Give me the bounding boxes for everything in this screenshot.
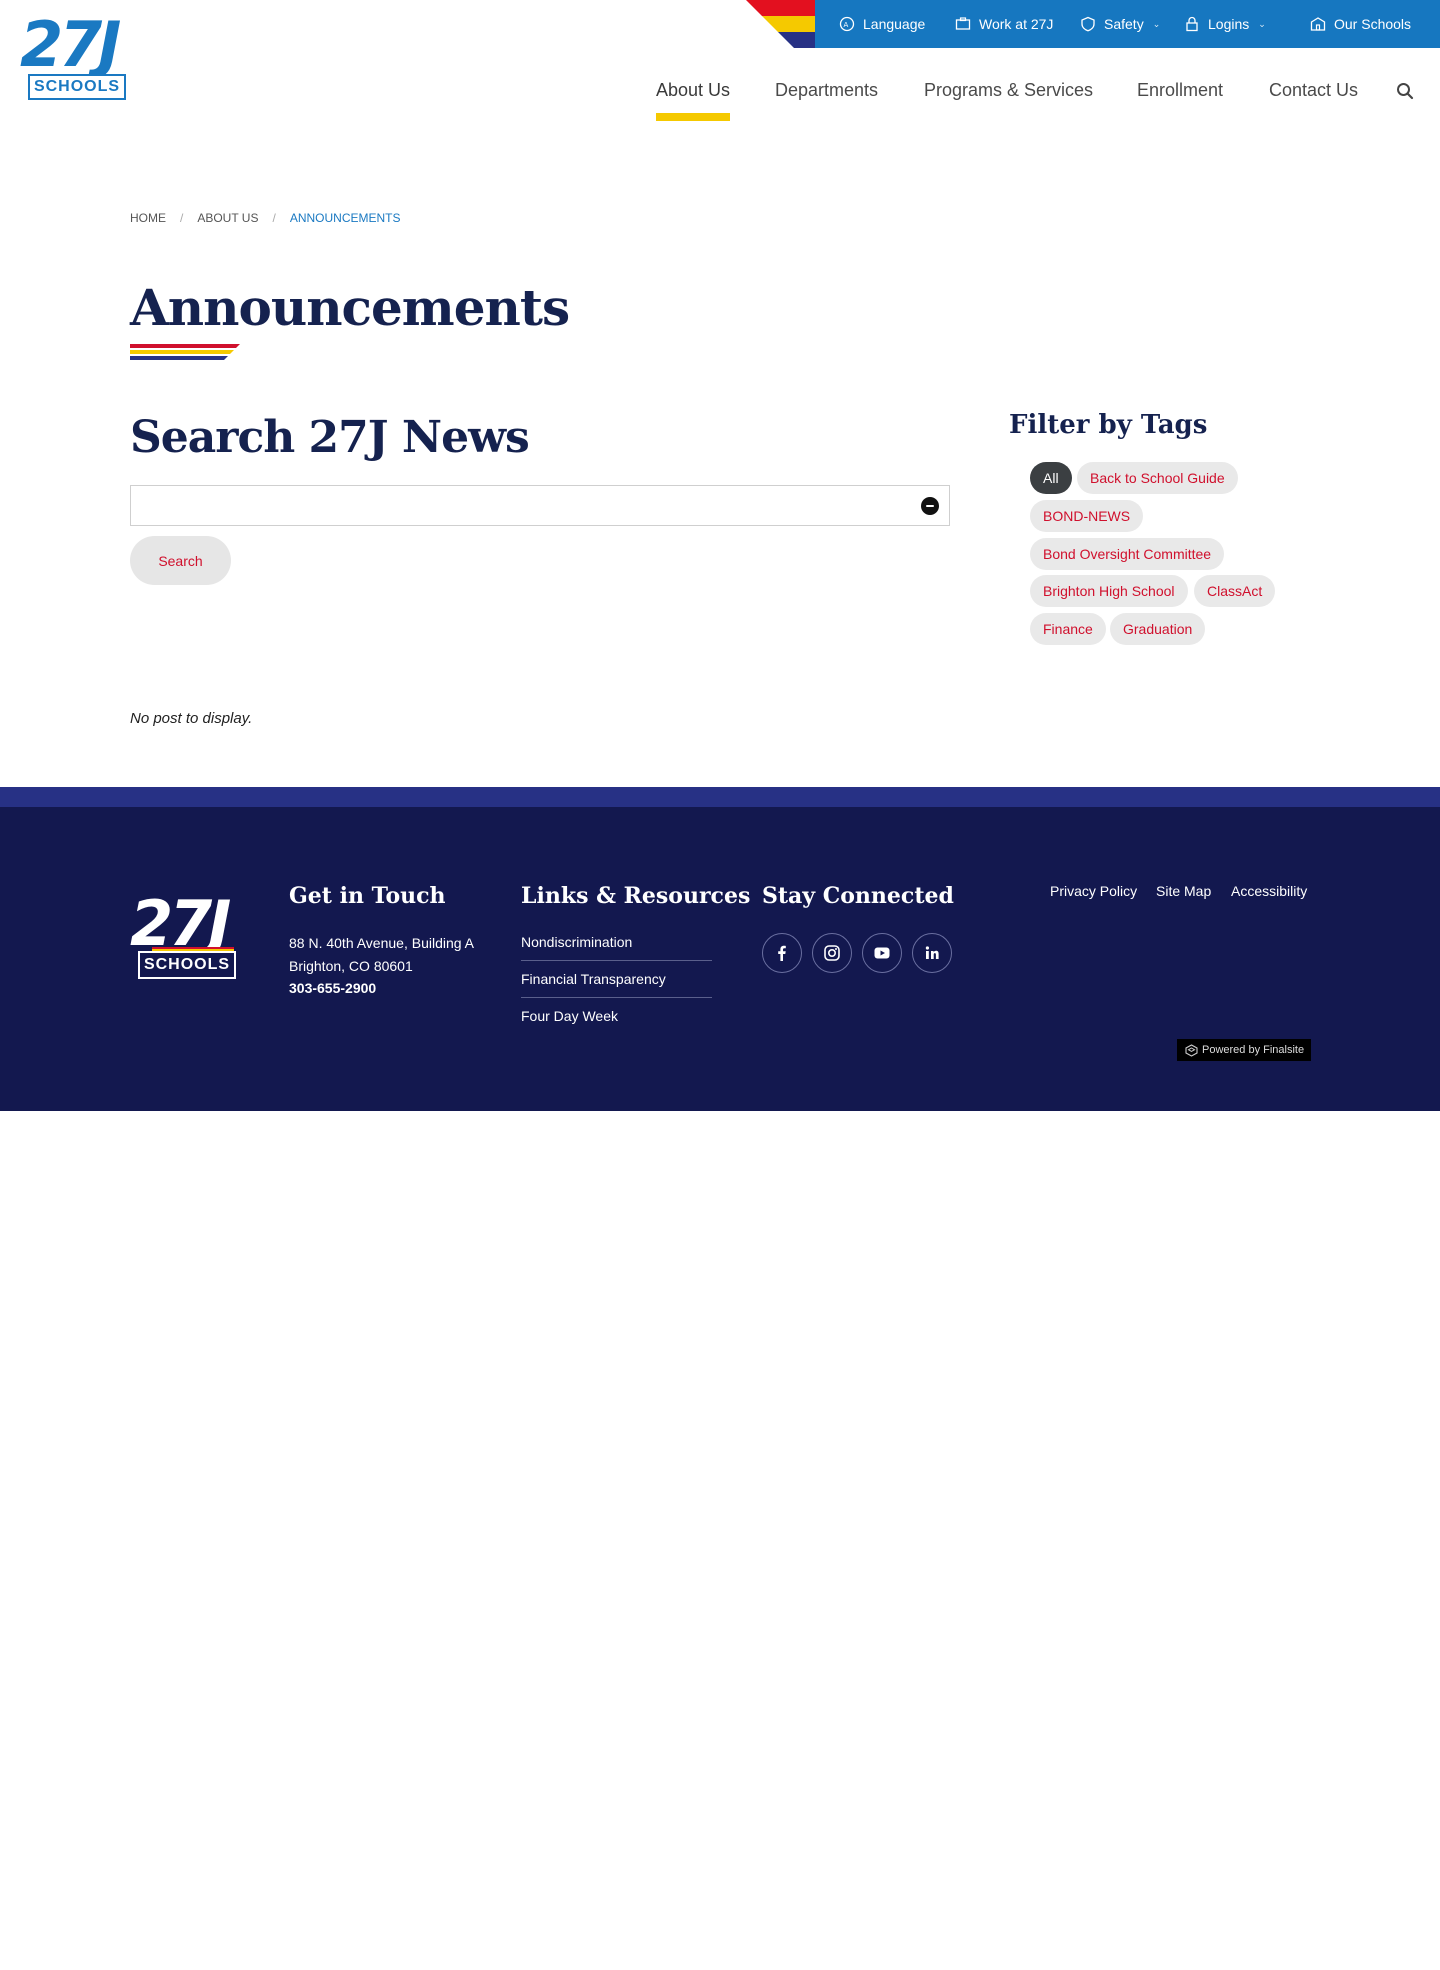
breadcrumb-separator: /	[272, 211, 276, 225]
powered-by-badge[interactable]: Powered by Finalsite	[1177, 1039, 1311, 1061]
powered-by-label: Powered by Finalsite	[1202, 1044, 1305, 1056]
tag-bond-news[interactable]: BOND-NEWS	[1030, 500, 1144, 532]
breadcrumb-separator: /	[180, 211, 184, 225]
tag-brighton-high-school[interactable]: Brighton High School	[1030, 575, 1188, 607]
link-four-day-week[interactable]: Four Day Week	[521, 998, 712, 1035]
work-label: Work at 27J	[979, 16, 1054, 32]
tag-back-to-school-guide[interactable]: Back to School Guide	[1077, 462, 1238, 494]
schools-link[interactable]: Our Schools	[1310, 0, 1411, 48]
safety-label: Safety	[1104, 16, 1144, 32]
link-nondiscrimination[interactable]: Nondiscrimination	[521, 924, 712, 961]
language-icon: A	[839, 16, 855, 32]
safety-dropdown[interactable]: Safety ⌄	[1080, 0, 1160, 48]
site-map-link[interactable]: Site Map	[1156, 883, 1211, 899]
breadcrumb-current: ANNOUNCEMENTS	[289, 211, 401, 225]
lock-icon	[1186, 16, 1198, 32]
footer-logo[interactable]: 27J SCHOOLS	[130, 893, 242, 981]
tag-graduation[interactable]: Graduation	[1110, 613, 1206, 645]
instagram-button[interactable]	[812, 933, 852, 973]
tag-all[interactable]: All	[1030, 462, 1072, 494]
footer-logo-number: 27J	[130, 887, 231, 960]
nav-enrollment[interactable]: Enrollment	[1137, 80, 1223, 101]
chevron-down-icon: ⌄	[1258, 18, 1266, 29]
phone-number[interactable]: 303-655-2900	[289, 980, 376, 996]
tags-heading: Filter by Tags	[1009, 410, 1208, 440]
active-nav-indicator	[656, 113, 730, 121]
utility-bar: A Language Work at 27J Safety ⌄ Logins ⌄…	[815, 0, 1440, 48]
address-line-2: Brighton, CO 80601	[289, 958, 413, 974]
tag-classact[interactable]: ClassAct	[1194, 575, 1276, 607]
tag-finance[interactable]: Finance	[1030, 613, 1106, 645]
address-line-1: 88 N. 40th Avenue, Building A	[289, 935, 474, 951]
breadcrumb-home[interactable]: HOME	[130, 211, 166, 225]
search-heading: Search 27J News	[130, 412, 530, 463]
linkedin-button[interactable]	[912, 933, 952, 973]
clear-search-icon[interactable]	[921, 497, 939, 515]
nav-contact-us[interactable]: Contact Us	[1269, 80, 1358, 101]
breadcrumb: HOME / ABOUT US / ANNOUNCEMENTS	[130, 211, 400, 225]
schools-label: Our Schools	[1334, 16, 1412, 32]
facebook-button[interactable]	[762, 933, 802, 973]
social-heading: Stay Connected	[762, 883, 954, 909]
logo-number: 27J	[20, 8, 121, 81]
logins-label: Logins	[1208, 16, 1250, 32]
youtube-button[interactable]	[862, 933, 902, 973]
search-icon[interactable]	[1396, 82, 1414, 100]
work-icon	[955, 17, 971, 30]
privacy-policy-link[interactable]: Privacy Policy	[1050, 883, 1137, 899]
shield-icon	[1081, 16, 1095, 32]
brand-stripe-decoration	[746, 0, 816, 48]
school-icon	[1310, 17, 1326, 31]
site-logo[interactable]: 27J SCHOOLS	[20, 14, 132, 102]
nav-programs-services[interactable]: Programs & Services	[924, 80, 1093, 101]
page-title: Announcements	[130, 278, 570, 337]
breadcrumb-about[interactable]: ABOUT US	[197, 211, 258, 225]
logins-dropdown[interactable]: Logins ⌄	[1184, 0, 1266, 48]
svg-text:A: A	[844, 21, 849, 29]
news-search-input[interactable]	[130, 485, 950, 526]
tag-bond-oversight-committee[interactable]: Bond Oversight Committee	[1030, 538, 1225, 570]
footer: 27J SCHOOLS Get in Touch 88 N. 40th Aven…	[0, 807, 1440, 1111]
facebook-icon	[778, 945, 786, 961]
language-link[interactable]: A Language	[839, 0, 925, 48]
logo-word: SCHOOLS	[28, 74, 126, 100]
finalsite-icon	[1185, 1043, 1198, 1057]
no-post-message: No post to display.	[130, 710, 253, 727]
linkedin-icon	[925, 946, 939, 959]
chevron-down-icon: ⌄	[1152, 18, 1161, 29]
footer-logo-word: SCHOOLS	[138, 951, 236, 979]
contact-heading: Get in Touch	[289, 883, 446, 909]
work-link[interactable]: Work at 27J	[955, 0, 1053, 48]
language-label: Language	[863, 16, 926, 32]
search-button[interactable]: Search	[130, 536, 231, 585]
nav-departments[interactable]: Departments	[775, 80, 878, 101]
links-heading: Links & Resources	[521, 883, 751, 909]
title-stripe-decoration	[130, 344, 240, 360]
instagram-icon	[824, 945, 840, 961]
accessibility-link[interactable]: Accessibility	[1231, 883, 1307, 899]
youtube-icon	[874, 947, 890, 959]
link-financial-transparency[interactable]: Financial Transparency	[521, 961, 712, 998]
nav-about-us[interactable]: About Us	[656, 80, 730, 101]
footer-top-band	[0, 787, 1440, 807]
